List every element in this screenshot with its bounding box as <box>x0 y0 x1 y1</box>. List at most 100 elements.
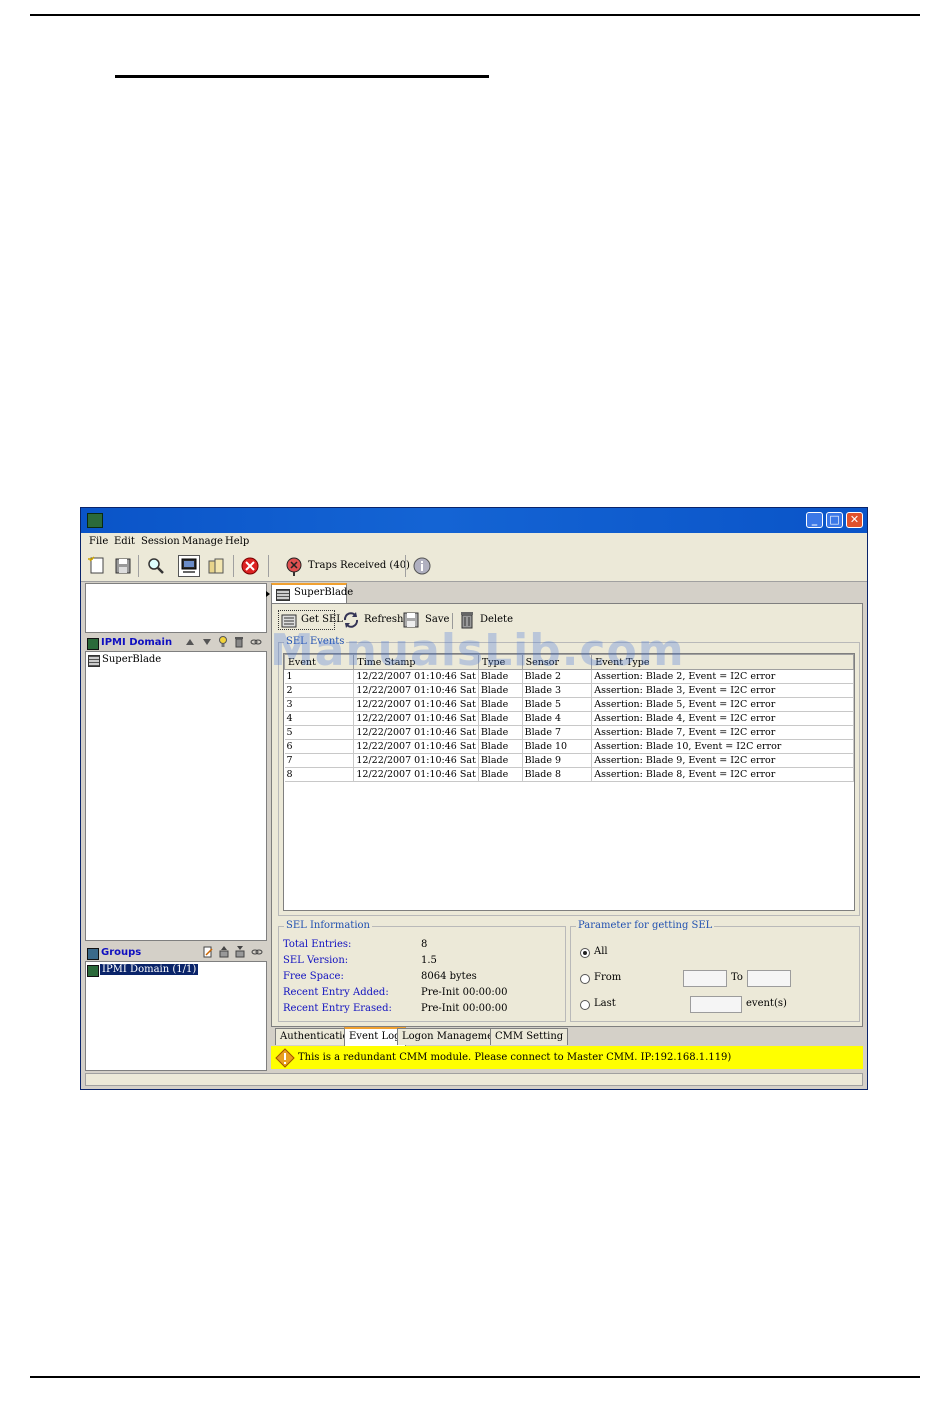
move-down-icon[interactable] <box>202 636 212 651</box>
get-sel-label: Get SEL <box>301 614 343 625</box>
table-row[interactable]: 3 12/22/2007 01:10:46 Sat Blade Blade 5 … <box>284 697 854 712</box>
title-bar[interactable]: _ □ ✕ <box>81 508 867 533</box>
table-row[interactable]: 5 12/22/2007 01:10:46 Sat Blade Blade 7 … <box>284 725 854 740</box>
total-entries-value: 8 <box>421 939 428 950</box>
trash-icon[interactable] <box>234 636 244 651</box>
menu-edit[interactable]: Edit <box>114 536 135 547</box>
save-disk-icon[interactable] <box>112 555 134 577</box>
info-icon[interactable] <box>411 555 433 577</box>
maximize-button[interactable]: □ <box>826 512 843 528</box>
cell-time: 12/22/2007 01:10:46 Sat <box>353 725 479 740</box>
monitor-icon[interactable] <box>178 555 200 577</box>
app-icon <box>87 513 103 528</box>
radio-all-label: All <box>594 946 608 957</box>
radio-all[interactable] <box>580 948 590 958</box>
cell-sensor: Blade 10 <box>522 739 593 754</box>
cell-event: 5 <box>284 725 355 740</box>
recent-entry-added-value: Pre-Init 00:00:00 <box>421 987 508 998</box>
sel-events-group: SEL Events Event Time Stamp Type Sensor … <box>278 636 860 916</box>
status-message-bar: This is a redundant CMM module. Please c… <box>271 1046 863 1069</box>
folder-icon[interactable] <box>205 555 227 577</box>
recent-entry-added-label: Recent Entry Added: <box>283 987 389 998</box>
table-row[interactable]: 4 12/22/2007 01:10:46 Sat Blade Blade 4 … <box>284 711 854 726</box>
left-pane: IPMI Domain SuperBlade Groups IPMI Domai… <box>85 583 267 1071</box>
to-label: To <box>731 972 743 983</box>
blade-server-icon <box>88 655 100 667</box>
menu-help[interactable]: Help <box>225 536 249 547</box>
expand-arrow-icon[interactable] <box>266 591 270 597</box>
cell-event-type: Assertion: Blade 9, Event = I2C error <box>591 753 854 768</box>
status-message-text: This is a redundant CMM module. Please c… <box>298 1052 732 1063</box>
blade-server-icon <box>276 589 290 601</box>
warning-icon <box>275 1048 295 1068</box>
menu-session[interactable]: Session <box>141 536 180 547</box>
ipmi-domain-title: IPMI Domain <box>101 637 173 648</box>
cell-type: Blade <box>478 711 523 726</box>
cell-event: 8 <box>284 767 355 782</box>
sel-information-group: SEL Information Total Entries: 8 SEL Ver… <box>278 920 566 1022</box>
radio-from[interactable] <box>580 974 590 984</box>
link-icon[interactable] <box>250 636 262 651</box>
heading-underline <box>115 75 489 78</box>
to-input[interactable] <box>747 970 791 987</box>
new-icon[interactable] <box>86 555 108 577</box>
sel-information-title: SEL Information <box>284 920 372 931</box>
move-up-icon[interactable] <box>185 636 195 651</box>
cell-event: 4 <box>284 711 355 726</box>
table-row[interactable]: 7 12/22/2007 01:10:46 Sat Blade Blade 9 … <box>284 753 854 768</box>
menu-manage[interactable]: Manage <box>182 536 223 547</box>
domain-icon <box>87 965 99 977</box>
traps-icon[interactable] <box>283 555 305 577</box>
menu-file[interactable]: File <box>89 536 108 547</box>
cell-type: Blade <box>478 725 523 740</box>
cell-sensor: Blade 3 <box>522 683 593 698</box>
tree-item-label: SuperBlade <box>102 654 162 665</box>
cell-type: Blade <box>478 683 523 698</box>
group-link-icon[interactable] <box>251 946 263 961</box>
delete-label: Delete <box>480 614 513 625</box>
table-row[interactable]: 8 12/22/2007 01:10:46 Sat Blade Blade 8 … <box>284 767 854 782</box>
sel-version-label: SEL Version: <box>283 955 349 966</box>
remove-group-icon[interactable] <box>235 946 245 961</box>
last-events-input[interactable] <box>690 996 742 1013</box>
cell-event: 3 <box>284 697 355 712</box>
table-row[interactable]: 2 12/22/2007 01:10:46 Sat Blade Blade 3 … <box>284 683 854 698</box>
ipmi-domain-tree: SuperBlade <box>85 651 267 941</box>
bulb-icon[interactable] <box>218 636 228 651</box>
free-space-label: Free Space: <box>283 971 344 982</box>
tab-superblade[interactable]: SuperBlade <box>271 583 353 603</box>
cell-time: 12/22/2007 01:10:46 Sat <box>353 697 479 712</box>
cell-type: Blade <box>478 697 523 712</box>
cell-type: Blade <box>478 753 523 768</box>
group-item-label: IPMI Domain (1/1) <box>100 964 199 975</box>
tab-cmm-setting[interactable]: CMM Setting <box>490 1028 569 1045</box>
disconnect-icon[interactable] <box>239 555 261 577</box>
add-group-icon[interactable] <box>219 946 229 961</box>
traps-received-label[interactable]: Traps Received (40) <box>308 560 410 571</box>
search-icon[interactable] <box>145 555 167 577</box>
minimize-button[interactable]: _ <box>806 512 823 528</box>
top-page-rule <box>30 14 920 16</box>
radio-last-label: Last <box>594 998 616 1009</box>
events-suffix-label: event(s) <box>746 998 787 1009</box>
recent-entry-erased-label: Recent Entry Erased: <box>283 1003 392 1014</box>
cell-sensor: Blade 8 <box>522 767 593 782</box>
groups-title: Groups <box>101 947 142 958</box>
watermark: ManualsLib.com <box>270 625 685 676</box>
cell-time: 12/22/2007 01:10:46 Sat <box>353 711 479 726</box>
groups-icon <box>87 948 99 960</box>
edit-group-icon[interactable] <box>203 946 213 961</box>
radio-last[interactable] <box>580 1000 590 1010</box>
cell-event: 7 <box>284 753 355 768</box>
top-empty-panel <box>85 583 267 633</box>
cell-event-type: Assertion: Blade 4, Event = I2C error <box>591 711 854 726</box>
close-button[interactable]: ✕ <box>846 512 863 528</box>
save-label: Save <box>425 614 450 625</box>
cell-event-type: Assertion: Blade 5, Event = I2C error <box>591 697 854 712</box>
app-window: _ □ ✕ File Edit Session Manage Help Trap… <box>80 507 868 1090</box>
ipmi-domain-header: IPMI Domain <box>85 636 267 650</box>
from-input[interactable] <box>683 970 727 987</box>
total-entries-label: Total Entries: <box>283 939 352 950</box>
free-space-value: 8064 bytes <box>421 971 477 982</box>
table-row[interactable]: 6 12/22/2007 01:10:46 Sat Blade Blade 10… <box>284 739 854 754</box>
